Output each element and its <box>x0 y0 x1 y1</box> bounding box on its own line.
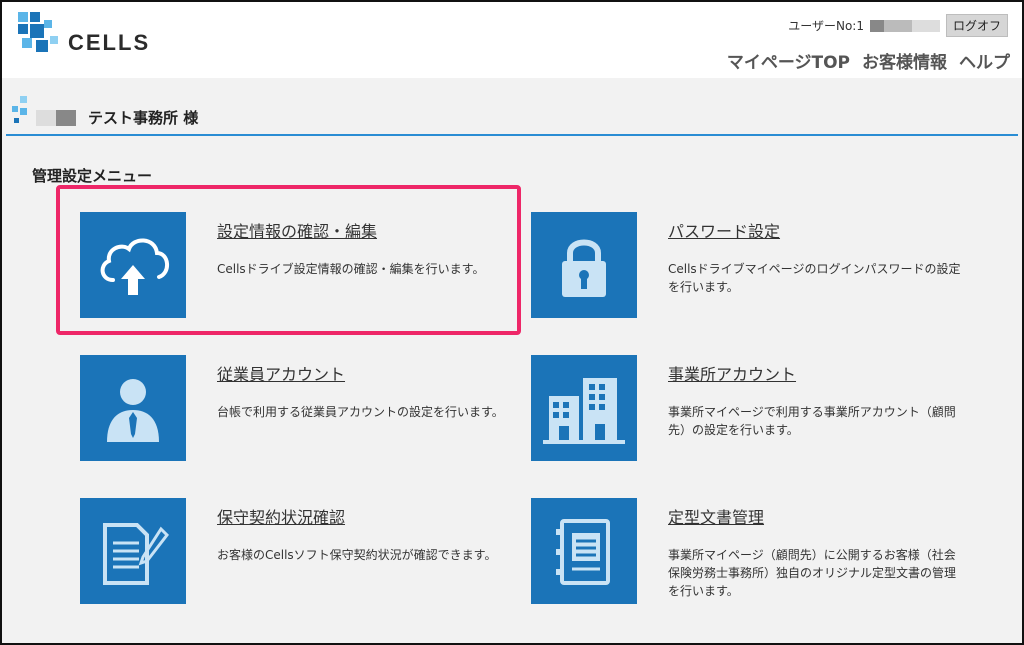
menu-card-employee[interactable]: 従業員アカウント 台帳で利用する従業員アカウントの設定を行います。 <box>80 355 520 461</box>
section-title: 管理設定メニュー <box>32 167 153 185</box>
card-title-templates[interactable]: 定型文書管理 <box>668 504 764 528</box>
card-title-settings[interactable]: 設定情報の確認・編集 <box>217 218 377 242</box>
document-pen-icon <box>103 523 169 585</box>
user-number-mask <box>869 19 940 32</box>
tile-office[interactable] <box>531 355 637 461</box>
header: CELLS ユーザーNo:1 ログオフ マイページTOP お客様情報 ヘルプ <box>2 2 1022 78</box>
card-desc-office: 事業所マイページで利用する事業所アカウント（顧問先）の設定を行います。 <box>668 405 956 437</box>
binder-document-icon <box>556 519 610 585</box>
card-title-employee[interactable]: 従業員アカウント <box>217 361 345 385</box>
nav-customer-info[interactable]: お客様情報 <box>862 48 947 73</box>
menu-card-password[interactable]: パスワード設定 Cellsドライブマイページのログインパスワードの設定を行います… <box>531 212 971 318</box>
menu-card-office[interactable]: 事業所アカウント 事業所マイページで利用する事業所アカウント（顧問先）の設定を行… <box>531 355 971 461</box>
card-desc-settings: Cellsドライブ設定情報の確認・編集を行います。 <box>217 262 485 276</box>
menu-card-templates[interactable]: 定型文書管理 事業所マイページ（顧問先）に公開するお客様（社会保険労務士事務所）… <box>531 498 971 604</box>
lock-icon <box>562 239 606 297</box>
card-desc-templates: 事業所マイページ（顧問先）に公開するお客様（社会保険労務士事務所）独自のオリジナ… <box>668 548 957 598</box>
tile-password[interactable] <box>531 212 637 318</box>
decor-icon <box>12 96 27 123</box>
tile-employee[interactable] <box>80 355 186 461</box>
logout-button[interactable]: ログオフ <box>945 14 1008 37</box>
card-title-contract[interactable]: 保守契約状況確認 <box>217 504 345 528</box>
nav-help[interactable]: ヘルプ <box>959 48 1010 73</box>
user-number-label: ユーザーNo:1 <box>788 19 864 33</box>
cloud-upload-icon <box>100 238 169 295</box>
card-title-office[interactable]: 事業所アカウント <box>668 361 796 385</box>
top-nav: マイページTOP お客様情報 ヘルプ <box>727 48 1010 73</box>
nav-mypage-top[interactable]: マイページTOP <box>727 48 850 73</box>
card-title-password[interactable]: パスワード設定 <box>668 218 780 242</box>
card-desc-contract: お客様のCellsソフト保守契約状況が確認できます。 <box>217 548 497 562</box>
user-area: ユーザーNo:1 ログオフ <box>788 14 1008 37</box>
card-desc-password: Cellsドライブマイページのログインパスワードの設定を行います。 <box>668 262 961 294</box>
office-name-mask <box>36 110 76 126</box>
tile-templates[interactable] <box>531 498 637 604</box>
tile-settings[interactable] <box>80 212 186 318</box>
building-icon <box>543 378 625 444</box>
office-name: テスト事務所 様 <box>88 109 199 127</box>
office-bar: テスト事務所 様 <box>6 92 1018 136</box>
employee-icon <box>107 379 159 442</box>
menu-card-settings[interactable]: 設定情報の確認・編集 Cellsドライブ設定情報の確認・編集を行います。 <box>80 212 520 318</box>
menu-card-contract[interactable]: 保守契約状況確認 お客様のCellsソフト保守契約状況が確認できます。 <box>80 498 520 604</box>
cells-logo[interactable]: CELLS <box>16 10 186 62</box>
tile-contract[interactable] <box>80 498 186 604</box>
logo-text: CELLS <box>68 30 150 55</box>
card-desc-employee: 台帳で利用する従業員アカウントの設定を行います。 <box>217 405 504 419</box>
